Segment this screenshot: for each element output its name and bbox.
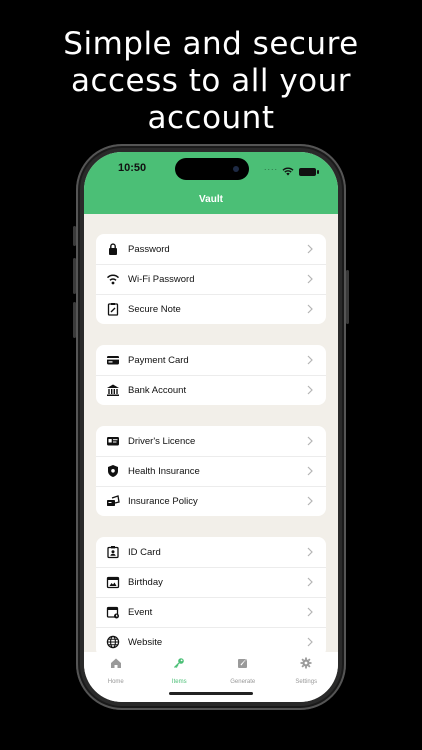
wifi-status-icon [282,163,294,181]
chevron-right-icon [306,547,314,557]
license-icon [106,434,120,448]
note-icon [106,302,120,316]
list-item-health-insurance[interactable]: Health Insurance [96,456,326,486]
chevron-right-icon [306,466,314,476]
signal-dots: .... [264,162,279,172]
chevron-right-icon [306,385,314,395]
list-item-birthday[interactable]: Birthday [96,567,326,597]
phone-screen: 10:50 .... Vault Password Wi-Fi Password… [84,152,338,702]
chevron-right-icon [306,607,314,617]
shield-icon [106,464,120,478]
list-item-label: Bank Account [128,384,187,396]
vault-group-personal: ID Card Birthday Event Website [96,537,326,657]
bank-icon [106,383,120,397]
phone-side-button [73,226,76,246]
list-item-label: Insurance Policy [128,495,198,507]
tab-label: Settings [295,679,318,685]
list-item-password[interactable]: Password [96,234,326,264]
chevron-right-icon [306,577,314,587]
list-item-label: Health Insurance [128,465,200,477]
app-header: 10:50 .... Vault [84,152,338,214]
nav-title: Vault [199,194,223,205]
list-item-label: Payment Card [128,354,189,366]
id-card-icon [106,545,120,559]
list-item-label: Wi-Fi Password [128,273,195,285]
credit-card-icon [106,353,120,367]
wifi-icon [106,272,120,286]
list-item-wifi-password[interactable]: Wi-Fi Password [96,264,326,294]
gear-icon [300,656,312,674]
headline: Simple and secure access to all your acc… [0,26,422,137]
tab-label: Items [171,679,187,685]
list-item-insurance-policy[interactable]: Insurance Policy [96,486,326,516]
list-item-label: Secure Note [128,303,181,315]
list-item-drivers-licence[interactable]: Driver's Licence [96,426,326,456]
vault-group-insurance: Driver's Licence Health Insurance Insura… [96,426,326,516]
list-item-label: Birthday [128,576,163,588]
vault-list: Password Wi-Fi Password Secure Note Paym… [96,234,326,678]
tab-settings[interactable]: Settings [275,652,339,702]
home-icon [110,656,122,674]
status-time: 10:50 [118,162,147,174]
battery-icon [299,168,319,176]
chevron-right-icon [306,304,314,314]
home-indicator [169,692,253,695]
list-item-label: Password [128,243,170,255]
chevron-right-icon [306,244,314,254]
list-item-label: Website [128,636,163,648]
headline-line-1: Simple and secure [63,26,359,62]
list-item-label: ID Card [128,546,161,558]
status-icons [282,163,319,181]
birthday-icon [106,575,120,589]
vault-group-finance: Payment Card Bank Account [96,345,326,405]
phone-volume-down-button [73,302,76,338]
tab-label: Generate [230,679,256,685]
chevron-right-icon [306,496,314,506]
list-item-payment-card[interactable]: Payment Card [96,345,326,375]
tab-label: Home [107,679,124,685]
list-item-event[interactable]: Event [96,597,326,627]
vault-group-credentials: Password Wi-Fi Password Secure Note [96,234,326,324]
event-icon [106,605,120,619]
globe-icon [106,635,120,649]
list-item-secure-note[interactable]: Secure Note [96,294,326,324]
headline-line-2: access to all your [70,63,352,99]
lock-icon [106,242,120,256]
chevron-right-icon [306,274,314,284]
tab-home[interactable]: Home [84,652,148,702]
chevron-right-icon [306,637,314,647]
policy-icon [106,494,120,508]
chevron-right-icon [306,355,314,365]
headline-line-3: account [147,100,275,136]
generate-icon [237,656,249,674]
phone-volume-up-button [73,258,76,294]
list-item-label: Event [128,606,153,618]
chevron-right-icon [306,436,314,446]
list-item-id-card[interactable]: ID Card [96,537,326,567]
dynamic-island [175,158,249,180]
list-item-bank-account[interactable]: Bank Account [96,375,326,405]
phone-power-button [346,270,349,324]
list-item-label: Driver's Licence [128,435,196,447]
key-icon [173,656,185,674]
